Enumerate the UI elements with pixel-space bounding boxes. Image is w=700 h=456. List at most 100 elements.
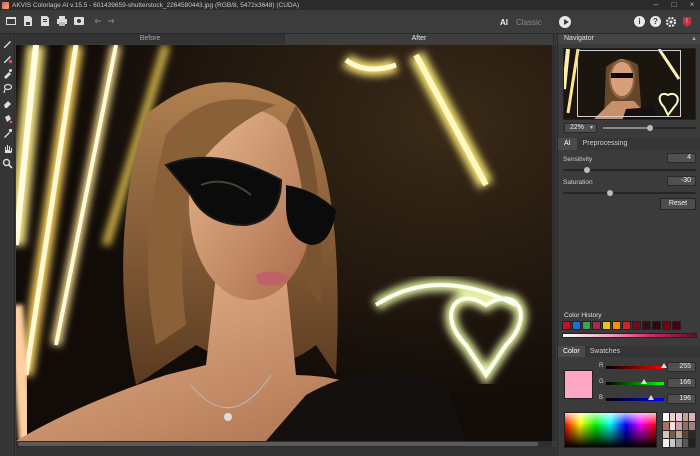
swatch[interactable]: [663, 439, 669, 447]
swatch[interactable]: [676, 430, 682, 439]
color-history-swatch[interactable]: [632, 321, 641, 330]
collapse-icon[interactable]: ▲: [691, 34, 697, 44]
mode-classic-tab[interactable]: Classic: [516, 18, 542, 27]
redo-icon[interactable]: [104, 14, 118, 28]
zoom-slider-knob[interactable]: [646, 125, 653, 131]
color-history-swatch[interactable]: [572, 321, 581, 330]
saturation-slider-knob[interactable]: [606, 190, 613, 196]
swatch[interactable]: [669, 439, 676, 447]
sensitivity-field[interactable]: 4: [667, 153, 696, 163]
color-history-swatch[interactable]: [622, 321, 631, 330]
image-canvas[interactable]: [16, 45, 552, 441]
before-after-tabs: Before After: [16, 34, 554, 44]
g-slider-knob[interactable]: [641, 379, 647, 384]
save-icon[interactable]: [21, 14, 35, 28]
run-icon[interactable]: [559, 16, 571, 28]
minimize-button[interactable]: –: [652, 1, 660, 9]
swatch[interactable]: [669, 430, 676, 439]
save-as-icon[interactable]: [38, 14, 52, 28]
scroll-thumb[interactable]: [18, 442, 538, 446]
swatch[interactable]: [663, 421, 669, 430]
r-label: R: [599, 363, 604, 369]
navigator-header[interactable]: Navigator ▲: [558, 34, 700, 44]
color-spectrum[interactable]: [564, 412, 657, 448]
g-label: G: [599, 379, 604, 385]
akvis-icon[interactable]: !: [680, 15, 694, 29]
swatch[interactable]: [689, 413, 695, 421]
sensitivity-label: Sensitivity: [563, 156, 593, 163]
b-slider[interactable]: [606, 395, 664, 401]
color-range-icon[interactable]: [2, 53, 13, 64]
r-slider[interactable]: [606, 363, 667, 369]
window-title: AKVIS Coloriage AI v.15.5 - 601439659-sh…: [12, 1, 300, 9]
hand-icon[interactable]: [2, 143, 13, 154]
color-history-swatch[interactable]: [602, 321, 611, 330]
print-icon[interactable]: [55, 14, 69, 28]
swatch[interactable]: [689, 439, 695, 447]
color-history-swatch[interactable]: [562, 321, 571, 330]
saturation-field[interactable]: -30: [667, 176, 696, 186]
swatch[interactable]: [663, 413, 669, 421]
color-history-gradient[interactable]: [562, 333, 697, 338]
tab-before[interactable]: Before: [16, 34, 285, 44]
color-history-swatch[interactable]: [612, 321, 621, 330]
maximize-button[interactable]: □: [670, 1, 678, 9]
tab-preprocessing[interactable]: Preprocessing: [577, 138, 634, 150]
color-history-swatch[interactable]: [652, 321, 661, 330]
r-field[interactable]: 255: [667, 362, 696, 372]
navigator-preview[interactable]: [563, 48, 696, 120]
b-slider-knob[interactable]: [648, 395, 654, 400]
color-history-swatch[interactable]: [592, 321, 601, 330]
eraser-icon[interactable]: [2, 98, 13, 109]
color-history-swatch[interactable]: [582, 321, 591, 330]
pencil-icon[interactable]: [2, 38, 13, 49]
color-history-swatch[interactable]: [672, 321, 681, 330]
b-field[interactable]: 196: [667, 394, 696, 404]
eyedropper-icon[interactable]: [2, 128, 13, 139]
swatch[interactable]: [676, 421, 682, 430]
share-icon[interactable]: [72, 14, 86, 28]
zoom-slider[interactable]: [603, 125, 696, 131]
tab-ai[interactable]: AI: [558, 138, 577, 150]
tab-swatches[interactable]: Swatches: [585, 346, 625, 357]
swatch[interactable]: [682, 413, 689, 421]
swatch-grid[interactable]: [662, 412, 696, 448]
navigator-view-frame[interactable]: [577, 50, 681, 117]
saturation-slider[interactable]: [563, 190, 696, 196]
color-history-swatch[interactable]: [642, 321, 651, 330]
mode-ai-tab[interactable]: AI: [500, 18, 508, 27]
settings-icon[interactable]: [664, 15, 678, 29]
swatch[interactable]: [689, 421, 695, 430]
swatch[interactable]: [682, 430, 689, 439]
swatch[interactable]: [676, 439, 682, 447]
saturation-label: Saturation: [563, 179, 593, 186]
tab-after[interactable]: After: [285, 34, 554, 44]
swatch[interactable]: [663, 430, 669, 439]
help-icon[interactable]: ?: [650, 16, 661, 27]
bucket-icon[interactable]: [2, 113, 13, 124]
current-color-swatch[interactable]: [564, 370, 593, 399]
swatch[interactable]: [669, 421, 676, 430]
close-button[interactable]: ×: [688, 1, 696, 9]
vertical-scrollbar[interactable]: [552, 45, 556, 441]
open-icon[interactable]: [4, 14, 18, 28]
swatch[interactable]: [676, 413, 682, 421]
magic-tube-icon[interactable]: [2, 68, 13, 79]
sensitivity-slider[interactable]: [563, 167, 696, 173]
swatch[interactable]: [669, 413, 676, 421]
swatch[interactable]: [682, 421, 689, 430]
tab-color[interactable]: Color: [558, 346, 585, 357]
g-field[interactable]: 166: [667, 378, 696, 388]
info-icon[interactable]: i: [634, 16, 645, 27]
undo-icon[interactable]: [91, 14, 105, 28]
sensitivity-slider-knob[interactable]: [583, 167, 590, 173]
reset-button[interactable]: Reset: [660, 198, 696, 210]
swatch[interactable]: [689, 430, 695, 439]
lasso-icon[interactable]: [2, 83, 13, 94]
color-history-swatch[interactable]: [662, 321, 671, 330]
g-slider[interactable]: [606, 379, 664, 385]
zoom-icon[interactable]: [2, 158, 13, 169]
right-panel: Navigator ▲ 22% AI Preprocessing Sensiti…: [557, 34, 700, 456]
swatch[interactable]: [682, 439, 689, 447]
zoom-select[interactable]: 22%: [564, 123, 597, 133]
